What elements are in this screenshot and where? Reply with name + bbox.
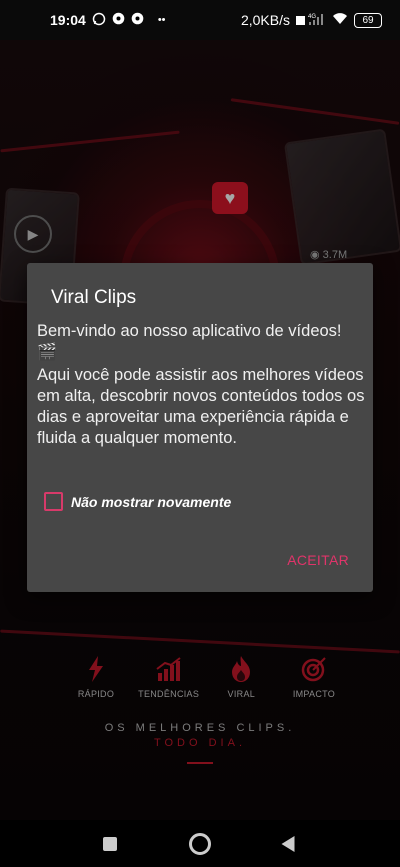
network-speed: 2,0KB/s	[240, 12, 290, 28]
recents-button[interactable]	[103, 836, 117, 851]
wifi-icon	[332, 12, 348, 28]
home-button[interactable]	[189, 832, 211, 855]
clapperboard-icon: 🎬	[37, 344, 57, 361]
dont-show-again-checkbox[interactable]	[44, 492, 63, 511]
svg-text:4G: 4G	[308, 14, 316, 20]
message-body: Aqui você pode assistir aos melhores víd…	[37, 366, 365, 447]
dont-show-again-row[interactable]: Não mostrar novamente	[44, 492, 231, 511]
dialog-title: Viral Clips	[51, 287, 137, 308]
whatsapp-icon	[92, 12, 106, 29]
more-dots-icon: ••	[157, 13, 166, 26]
system-nav-bar	[0, 820, 400, 867]
dialog-message: Bem-vindo ao nosso aplicativo de vídeos!…	[37, 321, 367, 449]
signal-icon: 4G	[296, 12, 326, 29]
status-time: 19:04	[50, 12, 86, 28]
accept-button[interactable]: ACEITAR	[287, 552, 349, 568]
back-button[interactable]	[281, 835, 295, 852]
soccer-ball-icon	[131, 12, 144, 28]
status-bar: 19:04 •• 2,0KB/s 4G 69	[0, 0, 400, 40]
battery-icon: 69	[354, 12, 382, 28]
message-greeting: Bem-vindo ao nosso aplicativo de vídeos!	[37, 322, 342, 340]
soccer-ball-icon	[112, 12, 125, 28]
dont-show-again-label[interactable]: Não mostrar novamente	[71, 494, 231, 510]
welcome-dialog: Viral Clips Bem-vindo ao nosso aplicativ…	[27, 263, 373, 592]
